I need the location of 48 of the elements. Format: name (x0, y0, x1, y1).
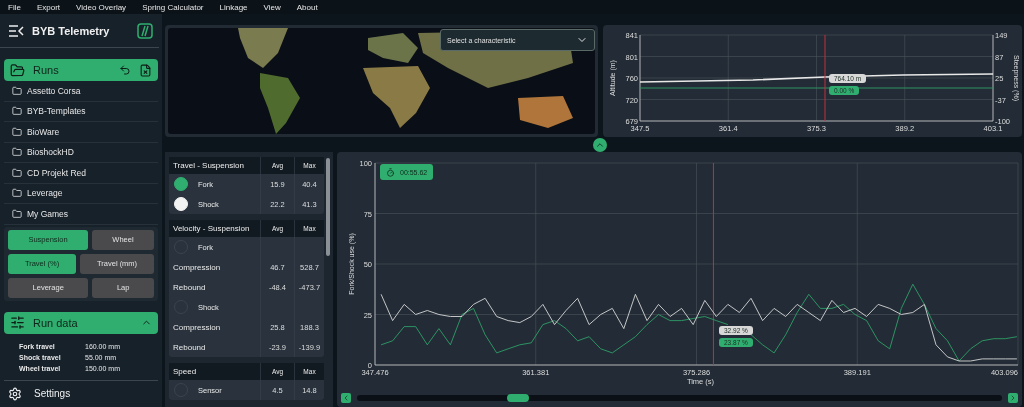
collapse-menu-icon[interactable] (8, 24, 24, 37)
file-icon[interactable] (139, 63, 152, 77)
menu-item[interactable]: Linkage (219, 2, 248, 12)
menu-item[interactable]: View (263, 2, 281, 12)
logo-icon (137, 22, 153, 39)
folder-icon (10, 62, 25, 78)
folder-item[interactable]: BioWare (4, 122, 158, 143)
folder-icon (12, 85, 22, 96)
menu-item[interactable]: About (296, 2, 318, 12)
folder-icon (12, 126, 22, 137)
folder-item[interactable]: BYB-Templates (4, 101, 158, 122)
folder-item[interactable]: BioshockHD (4, 142, 158, 163)
scrollbar-thumb[interactable] (326, 158, 330, 256)
sensor-dot[interactable] (174, 177, 188, 191)
folder-icon (12, 208, 22, 219)
runs-title: Runs (33, 64, 60, 76)
folder-item[interactable]: Assetto Corsa (4, 81, 158, 102)
metric-label: Compression (172, 261, 222, 274)
settings-item[interactable]: Settings (0, 380, 162, 401)
section-title: Speed (169, 363, 260, 380)
menu-item[interactable]: File (8, 2, 21, 12)
metric-label: Rebound (172, 341, 207, 354)
section-title: Velocity - Suspension (169, 220, 260, 237)
folder-item[interactable]: My Games (4, 204, 158, 225)
scroll-handle[interactable] (507, 394, 529, 402)
chevron-right-icon (1009, 394, 1017, 402)
folder-icon (12, 167, 22, 178)
chevron-left-icon (342, 394, 350, 402)
folder-icon (12, 147, 22, 158)
section-title: Travel - Suspension (169, 157, 260, 174)
folder-icon (12, 188, 22, 199)
menu-item[interactable]: Video Overlay (76, 2, 127, 12)
folder-item[interactable]: Leverage (4, 183, 158, 204)
run-data-header[interactable]: Run data (4, 311, 158, 334)
menu-item[interactable]: Export (36, 2, 60, 12)
scroll-right-button[interactable] (1008, 393, 1018, 403)
folder-item[interactable]: CD Projekt Red (4, 163, 158, 184)
scroll-left-button[interactable] (341, 393, 351, 403)
settings-icon (8, 386, 22, 401)
collapse-button[interactable] (593, 137, 607, 152)
timer-icon (386, 167, 395, 177)
sliders-icon (10, 315, 25, 330)
app-title: BYB Telemetry (32, 24, 111, 37)
folder-icon (12, 106, 22, 117)
metric-label: Compression (172, 321, 222, 334)
undo-icon[interactable] (119, 64, 131, 76)
menu-item[interactable]: Spring Calculator (142, 2, 204, 12)
metric-label: Rebound (172, 281, 207, 294)
